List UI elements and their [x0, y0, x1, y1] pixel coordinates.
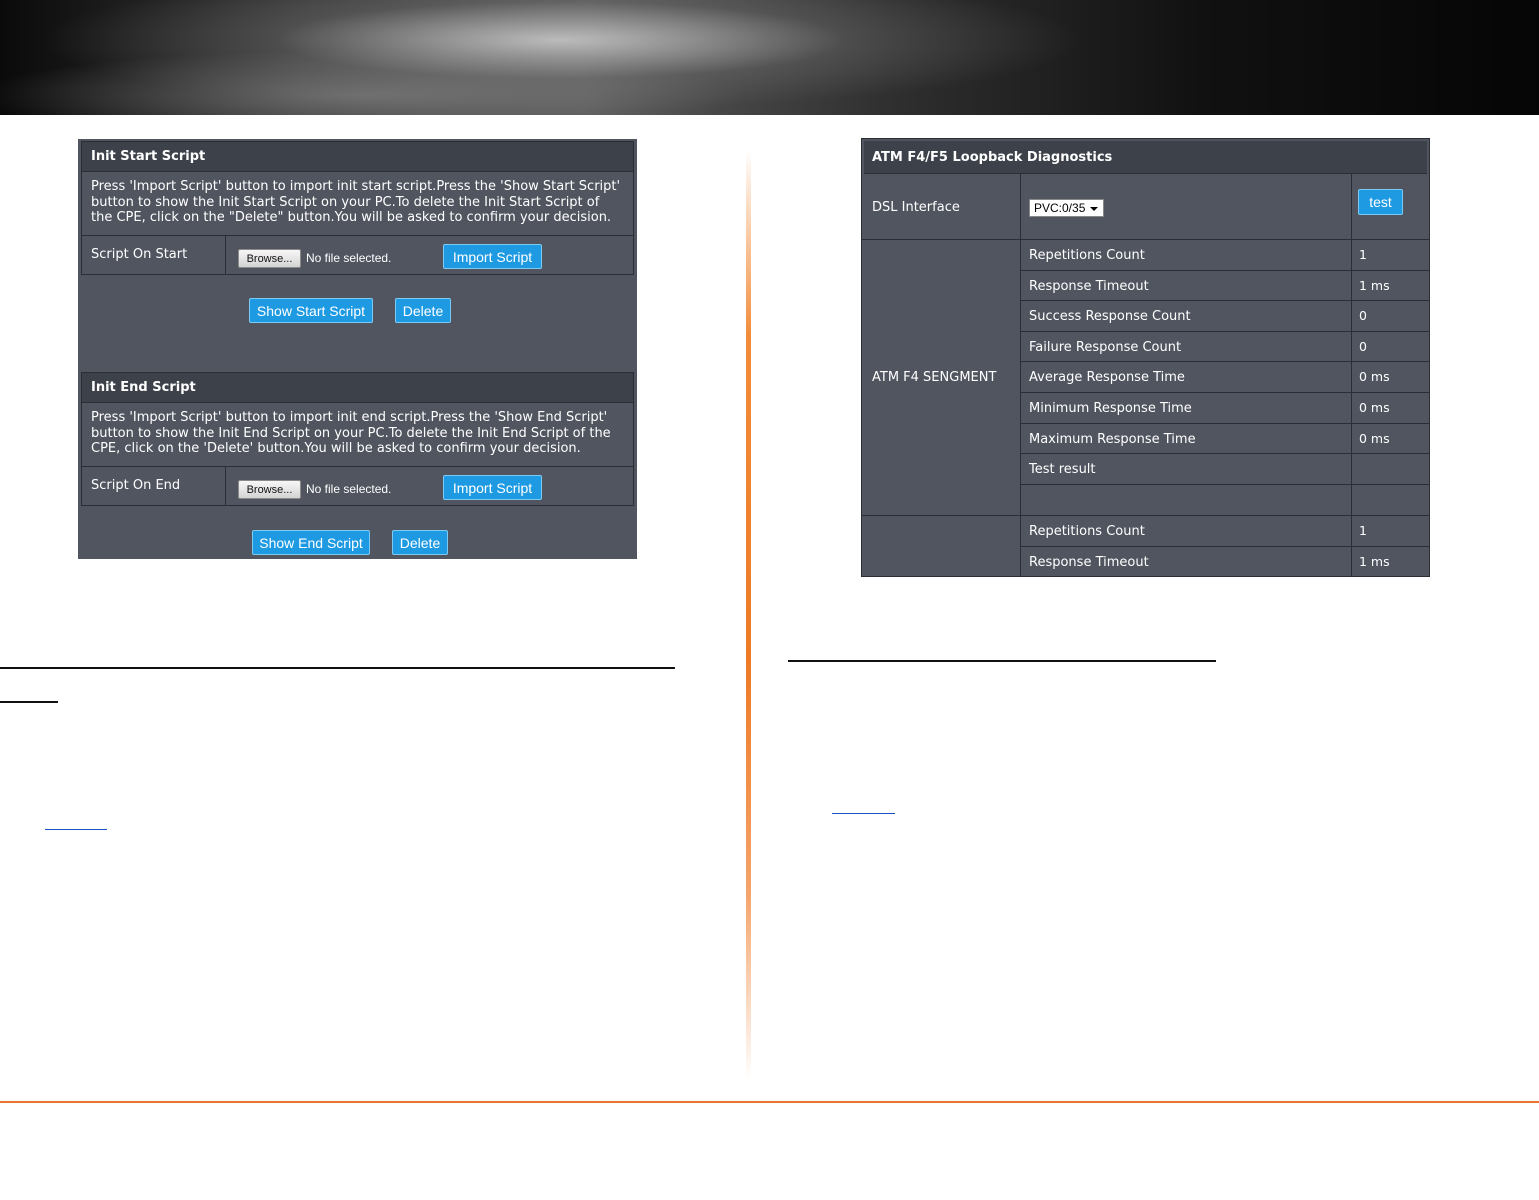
segment-divider	[862, 515, 1429, 516]
chevron-down-icon	[1090, 207, 1098, 211]
script-on-end-row: Script On End Browse... No file selected…	[81, 466, 634, 506]
row-divider	[862, 239, 1429, 240]
row-divider	[1021, 300, 1429, 302]
init-script-panel: Init Start Script Press 'Import Script' …	[78, 139, 637, 559]
row-label: Response Timeout	[1029, 278, 1149, 294]
row-label: Maximum Response Time	[1029, 431, 1196, 447]
browse-button[interactable]: Browse...	[238, 249, 301, 268]
footer-rule	[0, 1101, 1539, 1103]
row-value: 0	[1359, 338, 1367, 354]
dsl-interface-select[interactable]: PVC:0/35	[1029, 199, 1104, 217]
init-start-header: Init Start Script	[81, 141, 634, 172]
row-divider	[1021, 483, 1429, 485]
import-script-button[interactable]: Import Script	[443, 475, 542, 500]
page-divider	[746, 150, 751, 1080]
test-button[interactable]: test	[1358, 189, 1403, 215]
dsl-interface-label: DSL Interface	[872, 200, 960, 215]
script-on-start-label: Script On Start	[91, 247, 188, 262]
row-label: Response Timeout	[1029, 554, 1149, 570]
heading-underline	[0, 701, 58, 703]
row-value: 0 ms	[1359, 369, 1390, 385]
row-value: 1 ms	[1359, 277, 1390, 293]
row-divider	[1021, 361, 1429, 363]
atm-diagnostics-header: ATM F4/F5 Loopback Diagnostics	[864, 141, 1427, 174]
row-divider	[1021, 392, 1429, 393]
row-label: Repetitions Count	[1029, 524, 1145, 539]
row-label: Success Response Count	[1029, 309, 1191, 325]
row-divider	[1021, 545, 1429, 547]
row-label: Average Response Time	[1029, 370, 1185, 386]
init-end-description: Press 'Import Script' button to import i…	[81, 403, 634, 467]
show-end-script-button[interactable]: Show End Script	[252, 530, 370, 555]
row-divider	[1021, 422, 1429, 424]
row-value: 0 ms	[1359, 430, 1390, 446]
row-value: 0 ms	[1359, 400, 1390, 415]
divider	[225, 236, 226, 274]
row-divider	[1021, 269, 1429, 271]
delete-start-button[interactable]: Delete	[395, 298, 451, 323]
column-divider	[1351, 174, 1352, 576]
link-underline[interactable]	[45, 829, 107, 830]
row-divider	[1021, 453, 1429, 455]
atm-diagnostics-table: ATM F4/F5 Loopback Diagnostics DSL Inter…	[861, 138, 1430, 577]
row-value: 1	[1359, 523, 1367, 538]
link-underline[interactable]	[832, 813, 895, 814]
row-divider	[1021, 330, 1429, 332]
row-label: Repetitions Count	[1029, 248, 1145, 263]
row-label: Test result	[1029, 462, 1096, 478]
init-start-description: Press 'Import Script' button to import i…	[81, 172, 634, 236]
file-status: No file selected.	[306, 251, 392, 265]
column-divider	[1020, 174, 1021, 576]
browse-button[interactable]: Browse...	[238, 480, 301, 499]
delete-end-button[interactable]: Delete	[392, 530, 448, 555]
row-value: 1	[1359, 247, 1367, 262]
show-start-script-button[interactable]: Show Start Script	[249, 298, 373, 323]
header-banner	[0, 0, 1539, 115]
row-label: Failure Response Count	[1029, 339, 1182, 355]
heading-underline	[788, 660, 1216, 662]
heading-underline	[0, 667, 675, 669]
file-status: No file selected.	[306, 482, 392, 496]
import-script-button[interactable]: Import Script	[443, 244, 542, 269]
script-on-end-label: Script On End	[91, 478, 181, 493]
dsl-interface-value: PVC:0/35	[1034, 201, 1086, 215]
atm-f4-segment-label: ATM F4 SENGMENT	[872, 370, 997, 385]
row-value: 1 ms	[1359, 553, 1390, 569]
init-end-header: Init End Script	[81, 372, 634, 403]
row-label: Minimum Response Time	[1029, 401, 1192, 416]
script-on-start-row: Script On Start Browse... No file select…	[81, 235, 634, 275]
row-value: 0	[1359, 308, 1367, 324]
divider	[225, 467, 226, 505]
